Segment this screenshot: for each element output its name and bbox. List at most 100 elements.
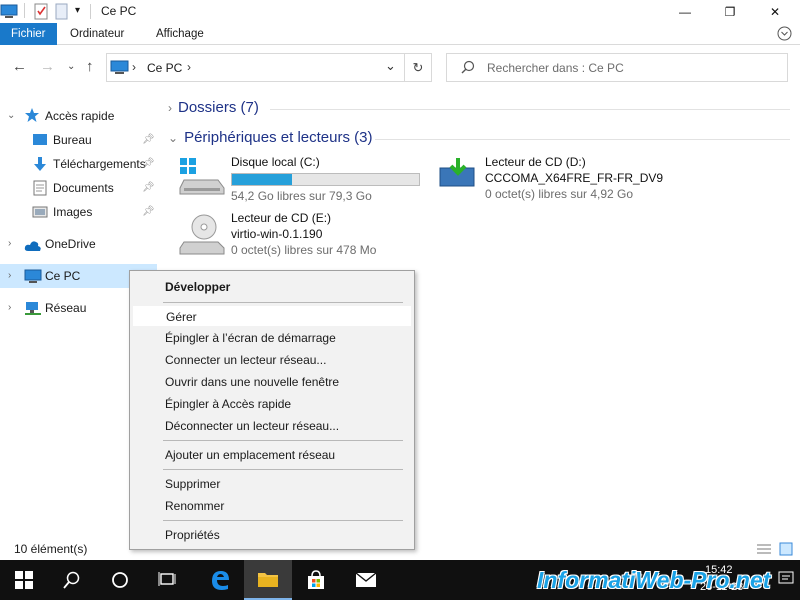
customize-quick-access-icon[interactable]: ▾ [75, 5, 80, 16]
search-button[interactable] [48, 560, 96, 600]
window-title: Ce PC [101, 4, 137, 18]
menu-separator [163, 469, 403, 470]
pin-icon[interactable]: 📌︎ [142, 176, 155, 200]
search-placeholder: Rechercher dans : Ce PC [487, 61, 624, 75]
drive-label: virtio-win-0.1.190 [231, 227, 323, 241]
chevron-right-icon[interactable]: › [8, 264, 11, 288]
ribbon-tabs: Fichier Ordinateur Affichage [0, 23, 800, 45]
notifications-icon[interactable] [778, 570, 794, 589]
item-count: 10 élément(s) [14, 542, 88, 556]
chevron-down-icon[interactable]: ⌄ [168, 131, 178, 145]
sidebar-item-label: Téléchargements [53, 157, 146, 171]
sidebar-item-acces-rapide[interactable]: ⌄ Accès rapide [0, 104, 157, 128]
menu-item-gerer[interactable]: Gérer [132, 305, 412, 327]
maximize-button[interactable]: ❐ [707, 0, 753, 23]
group-dossiers[interactable]: › Dossiers (7) [168, 99, 259, 116]
task-view-icon [158, 572, 176, 586]
details-view-icon[interactable] [756, 542, 772, 556]
chevron-right-icon[interactable]: › [168, 101, 172, 115]
pin-icon[interactable]: 📌︎ [142, 128, 155, 152]
properties-icon[interactable] [33, 3, 49, 23]
sidebar-item-telechargements[interactable]: Téléchargements 📌︎ [0, 152, 157, 176]
start-button[interactable] [0, 560, 48, 600]
new-folder-icon[interactable] [55, 3, 69, 23]
drive-label: CCCOMA_X64FRE_FR-FR_DV9 [485, 171, 664, 185]
menu-item-connecter-lecteur-reseau[interactable]: Connecter un lecteur réseau... [132, 349, 412, 371]
menu-item-supprimer[interactable]: Supprimer [132, 473, 412, 495]
chevron-right-icon[interactable]: › [8, 232, 11, 256]
menu-separator [163, 440, 403, 441]
chevron-down-icon[interactable]: ⌄ [7, 104, 15, 128]
group-label: Périphériques et lecteurs (3) [184, 129, 373, 146]
search-input[interactable]: Rechercher dans : Ce PC [446, 53, 788, 82]
address-dropdown-icon[interactable]: ⌄ [385, 58, 396, 74]
menu-item-renommer[interactable]: Renommer [132, 495, 412, 517]
tab-affichage[interactable]: Affichage [156, 23, 204, 45]
title-bar: ▾ Ce PC — ❐ ✕ [0, 0, 800, 23]
pin-icon[interactable]: 📌︎ [142, 152, 155, 176]
group-peripheriques[interactable]: ⌄ Périphériques et lecteurs (3) [168, 129, 373, 146]
up-arrow-icon[interactable]: ↑ [86, 58, 94, 75]
tab-ordinateur[interactable]: Ordinateur [70, 23, 124, 45]
menu-item-developper[interactable]: Développer [132, 276, 412, 298]
task-view-button[interactable] [144, 560, 192, 600]
computer-icon[interactable] [0, 3, 18, 22]
menu-item-deconnecter-lecteur-reseau[interactable]: Déconnecter un lecteur réseau... [132, 415, 412, 437]
edge-button[interactable] [196, 560, 244, 600]
large-icons-view-icon[interactable] [778, 542, 794, 556]
pin-icon[interactable]: 📌︎ [142, 200, 155, 224]
title-separator [90, 4, 91, 19]
mail-icon [355, 572, 377, 587]
refresh-button[interactable]: ↻ [405, 53, 432, 82]
sidebar-item-label: OneDrive [45, 237, 96, 251]
tab-fichier[interactable]: Fichier [0, 23, 57, 45]
drive-name: Lecteur de CD (D:) [485, 155, 586, 169]
breadcrumb-chevron-icon[interactable]: › [187, 60, 191, 74]
chevron-down-icon[interactable] [777, 26, 792, 41]
back-arrow-icon[interactable]: ← [12, 58, 27, 75]
computer-icon [110, 59, 130, 79]
recent-locations-icon[interactable]: ⌄ [67, 61, 75, 72]
mail-button[interactable] [342, 560, 390, 600]
sidebar-item-label: Accès rapide [45, 109, 115, 123]
address-row: ← → ⌄ ↑ › Ce PC › ⌄ ↻ Rechercher dans : … [0, 45, 800, 90]
close-button[interactable]: ✕ [752, 0, 798, 23]
store-icon [308, 570, 324, 589]
sidebar-item-documents[interactable]: Documents 📌︎ [0, 176, 157, 200]
sidebar-item-images[interactable]: Images 📌︎ [0, 200, 157, 224]
search-icon [461, 60, 475, 77]
cortana-button[interactable] [96, 560, 144, 600]
menu-item-proprietes[interactable]: Propriétés [132, 524, 412, 546]
breadcrumb-chevron-icon[interactable]: › [132, 60, 136, 74]
network-icon [24, 300, 42, 324]
file-explorer-button[interactable] [244, 560, 292, 600]
watermark-text: InformatiWeb-Pro.net [537, 567, 771, 593]
menu-item-epingler-demarrage[interactable]: Épingler à l’écran de démarrage [132, 327, 412, 349]
address-bar[interactable]: › Ce PC › ⌄ [106, 53, 405, 82]
refresh-icon: ↻ [412, 59, 424, 75]
drive-free-space: 0 octet(s) libres sur 478 Mo [231, 243, 377, 257]
drive-usage-bar [231, 173, 420, 186]
group-divider [375, 139, 790, 140]
drive-e[interactable]: Lecteur de CD (E:) virtio-win-0.1.190 0 … [176, 208, 438, 260]
minimize-button[interactable]: — [662, 0, 708, 23]
menu-item-ajouter-emplacement-reseau[interactable]: Ajouter un emplacement réseau [132, 444, 412, 466]
store-button[interactable] [292, 560, 340, 600]
cd-drive-setup-icon [438, 156, 478, 193]
forward-arrow-icon[interactable]: → [40, 58, 55, 75]
menu-item-epingler-acces-rapide[interactable]: Épingler à Accès rapide [132, 393, 412, 415]
sidebar-item-onedrive[interactable]: › OneDrive [0, 232, 157, 256]
breadcrumb-ce-pc[interactable]: Ce PC [147, 61, 182, 75]
folder-icon [258, 573, 278, 587]
menu-item-ouvrir-nouvelle-fenetre[interactable]: Ouvrir dans une nouvelle fenêtre [132, 371, 412, 393]
group-label: Dossiers (7) [178, 99, 259, 116]
sidebar-item-bureau[interactable]: Bureau 📌︎ [0, 128, 157, 152]
drive-c[interactable]: Disque local (C:) 54,2 Go libres sur 79,… [176, 152, 438, 203]
chevron-right-icon[interactable]: › [8, 296, 11, 320]
cloud-icon [24, 237, 42, 261]
group-divider [270, 109, 790, 110]
context-menu: Développer Gérer Épingler à l’écran de d… [129, 270, 415, 550]
cortana-icon [112, 572, 128, 588]
drive-d[interactable]: Lecteur de CD (D:) CCCOMA_X64FRE_FR-FR_D… [438, 152, 698, 202]
drive-usage-fill [232, 174, 292, 185]
